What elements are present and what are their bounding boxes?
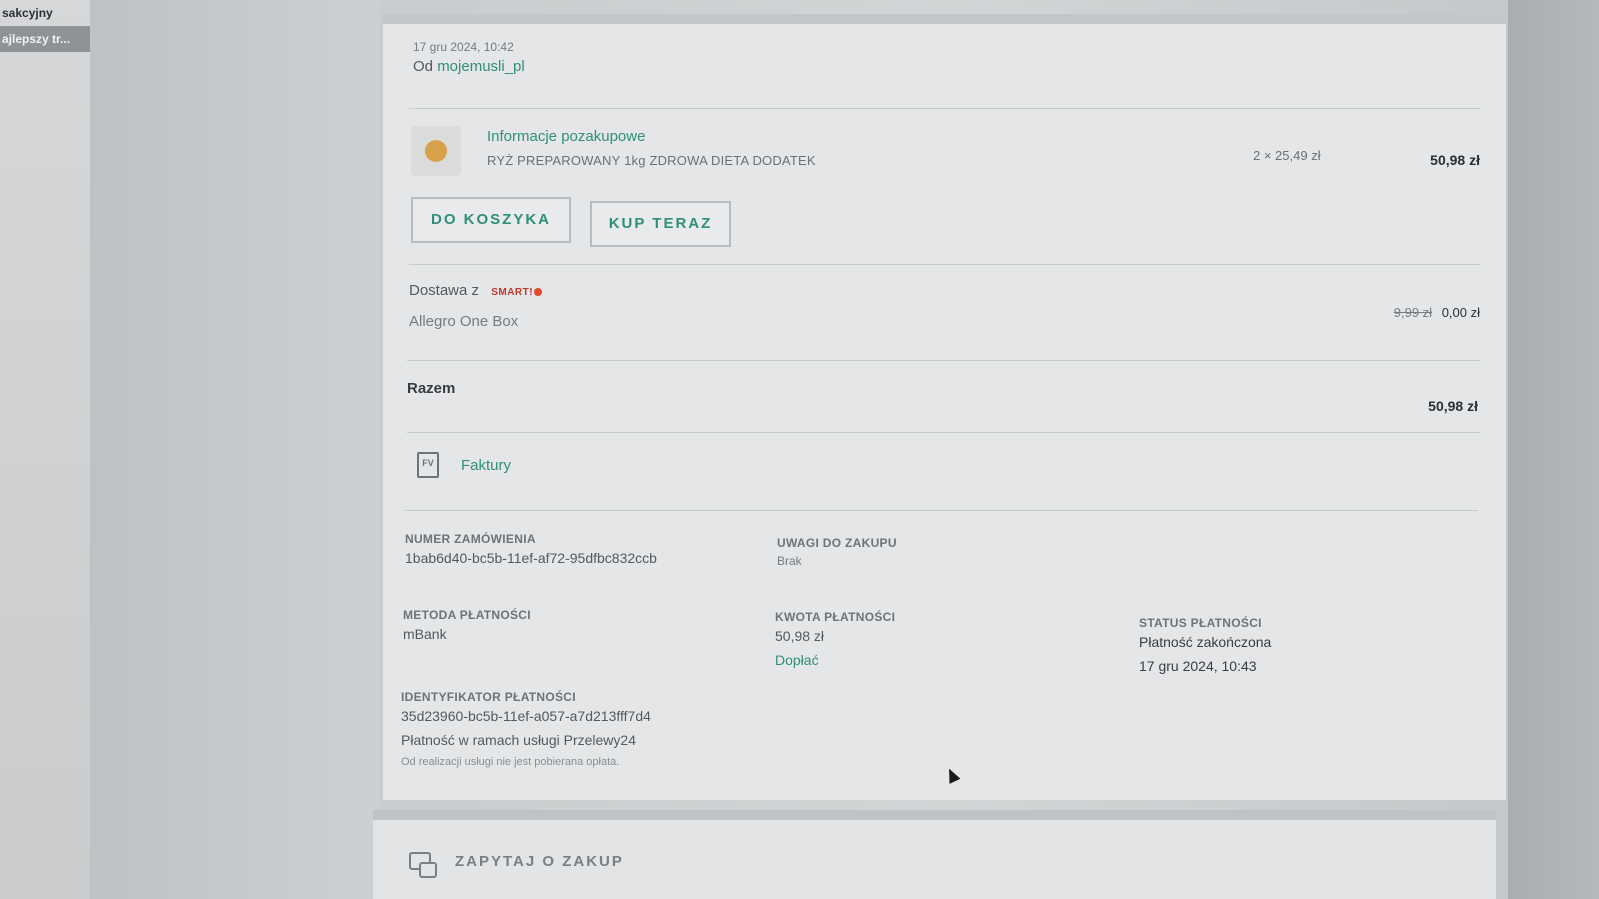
total-label: Razem xyxy=(407,380,456,397)
payment-service: Płatność w ramach usługi Przelewy24 xyxy=(401,732,636,748)
product-quantity-price: 2 × 25,49 zł xyxy=(1253,148,1321,163)
ask-about-purchase-label: ZAPYTAJ O ZAKUP xyxy=(455,852,624,870)
buy-now-button[interactable]: KUP TERAZ xyxy=(590,201,731,247)
notes-value: Brak xyxy=(777,554,802,568)
product-image-icon xyxy=(425,140,447,162)
order-from: Od mojemusli_pl xyxy=(413,58,525,75)
invoices-link[interactable]: Faktury xyxy=(461,457,511,474)
payment-status-field: STATUS PŁATNOŚCI Płatność zakończona 17 … xyxy=(1139,616,1271,674)
invoices-row[interactable]: FV Faktury xyxy=(417,452,511,478)
payment-status-label: STATUS PŁATNOŚCI xyxy=(1139,616,1262,630)
delivery-section: Dostawa z SMART! Allegro One Box xyxy=(409,282,543,330)
delivery-service: Allegro One Box xyxy=(409,313,519,330)
smart-badge: SMART! xyxy=(491,287,543,298)
divider xyxy=(407,432,1480,433)
pay-more-link[interactable]: Dopłać xyxy=(775,652,895,668)
divider xyxy=(405,510,1478,511)
delivery-price: 0,00 zł xyxy=(1441,305,1480,320)
delivery-label-text: Dostawa z xyxy=(409,282,480,299)
ask-about-purchase-button[interactable]: ZAPYTAJ O ZAKUP xyxy=(409,852,624,878)
payment-id-field: IDENTYFIKATOR PŁATNOŚCI 35d23960-bc5b-11… xyxy=(401,690,651,768)
notes-field: UWAGI DO ZAKUPU Brak xyxy=(777,536,897,568)
order-number-label: NUMER ZAMÓWIENIA xyxy=(405,532,536,546)
notes-label: UWAGI DO ZAKUPU xyxy=(777,536,897,550)
total-value: 50,98 zł xyxy=(1428,398,1478,414)
order-date: 17 gru 2024, 10:42 xyxy=(413,40,514,54)
delivery-prices: 9,99 zł 0,00 zł xyxy=(1394,305,1480,320)
add-to-cart-button[interactable]: DO KOSZYKA xyxy=(411,197,571,243)
product-thumbnail[interactable] xyxy=(411,126,461,176)
ask-card: ZAPYTAJ O ZAKUP xyxy=(373,810,1496,899)
payment-method-value: mBank xyxy=(403,626,447,642)
page-background-left xyxy=(90,0,380,899)
payment-status-date: 17 gru 2024, 10:43 xyxy=(1139,658,1257,674)
order-number-field: NUMER ZAMÓWIENIA 1bab6d40-bc5b-11ef-af72… xyxy=(405,532,657,566)
payment-method-field: METODA PŁATNOŚCI mBank xyxy=(403,608,531,642)
product-total: 50,98 zł xyxy=(1430,152,1480,168)
delivery-old-price: 9,99 zł xyxy=(1393,305,1433,320)
smart-badge-icon xyxy=(534,288,543,297)
chat-icon xyxy=(409,852,437,878)
divider xyxy=(409,108,1480,109)
from-prefix: Od xyxy=(413,58,434,75)
sidebar-item-active[interactable]: ajlepszy tr... xyxy=(0,26,90,52)
delivery-label: Dostawa z SMART! xyxy=(409,282,543,299)
smart-badge-text: SMART! xyxy=(491,287,534,298)
payment-method-label: METODA PŁATNOŚCI xyxy=(403,608,531,622)
invoice-icon: FV xyxy=(417,452,439,478)
screen: sakcyjny ajlepszy tr... 17 gru 2024, 10:… xyxy=(0,0,1599,899)
product-name[interactable]: RYŻ PREPAROWANY 1kg ZDROWA DIETA DODATEK xyxy=(487,153,816,168)
left-sidebar: sakcyjny ajlepszy tr... xyxy=(0,0,91,899)
payment-status-value: Płatność zakończona xyxy=(1139,634,1272,650)
seller-link[interactable]: mojemusli_pl xyxy=(437,58,525,75)
divider xyxy=(409,264,1480,265)
order-meta: 17 gru 2024, 10:42 Od mojemusli_pl xyxy=(413,40,525,75)
payment-id-label: IDENTYFIKATOR PŁATNOŚCI xyxy=(401,690,576,704)
sidebar-item[interactable]: sakcyjny xyxy=(0,0,90,26)
payment-amount-value: 50,98 zł xyxy=(775,628,825,644)
post-purchase-info-link[interactable]: Informacje pozakupowe xyxy=(487,128,816,145)
payment-amount-field: KWOTA PŁATNOŚCI 50,98 zł Dopłać xyxy=(775,610,895,668)
payment-amount-label: KWOTA PŁATNOŚCI xyxy=(775,610,896,624)
page-background-right xyxy=(1508,0,1599,899)
payment-id-value: 35d23960-bc5b-11ef-a057-a7d213fff7d4 xyxy=(401,708,651,724)
divider xyxy=(407,360,1480,361)
payment-fee-note: Od realizacji usługi nie jest pobierana … xyxy=(401,756,620,768)
order-card: 17 gru 2024, 10:42 Od mojemusli_pl Infor… xyxy=(383,14,1506,800)
order-number-value: 1bab6d40-bc5b-11ef-af72-95dfbc832ccb xyxy=(405,550,657,566)
product-info: Informacje pozakupowe RYŻ PREPAROWANY 1k… xyxy=(487,128,816,168)
